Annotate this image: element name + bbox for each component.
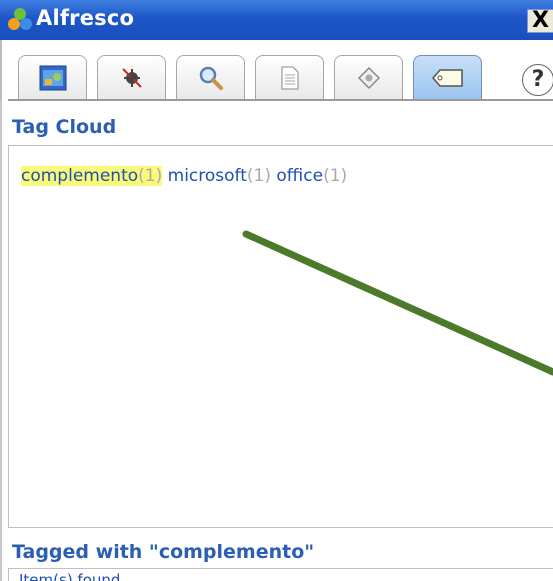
tag-cloud-panel: complemento(1) microsoft(1) office(1) [8, 145, 553, 528]
tag-count: (1) [323, 166, 348, 186]
workflow-icon [357, 67, 380, 89]
tab-tools[interactable] [97, 55, 166, 100]
tag-microsoft[interactable]: microsoft(1) [168, 166, 271, 186]
tag-label: office [276, 166, 324, 186]
tag-office[interactable]: office(1) [276, 166, 347, 186]
window-left-border [0, 100, 2, 581]
tab-divider [8, 99, 553, 101]
tag-label: complemento [21, 166, 139, 186]
tag-list: complemento(1) microsoft(1) office(1) [21, 166, 347, 186]
document-icon [281, 66, 298, 90]
tag-label: microsoft [167, 166, 247, 186]
tag-cloud-title: Tag Cloud [12, 116, 117, 138]
tagged-items-panel: Item(s) found [8, 568, 553, 581]
magnifier-icon [199, 66, 223, 90]
tab-workflow[interactable] [334, 55, 403, 100]
alfresco-logo-icon [8, 8, 32, 30]
tab-document[interactable] [255, 55, 324, 100]
tagged-status-text: Item(s) found [19, 571, 121, 581]
tag-complemento[interactable]: complemento(1) [21, 166, 163, 186]
bug-icon [121, 68, 142, 88]
tag-count: (1) [246, 166, 271, 186]
tab-dashboard[interactable] [18, 55, 87, 100]
tag-count: (1) [138, 166, 163, 186]
tab-search[interactable] [176, 55, 245, 100]
tab-toolbar: ? [0, 40, 553, 102]
window-title: Alfresco [36, 6, 135, 30]
title-bar: Alfresco X [0, 0, 553, 40]
help-button[interactable]: ? [522, 64, 553, 96]
tag-icon [431, 69, 463, 87]
tab-tags[interactable] [413, 55, 482, 100]
dashboard-icon [39, 65, 66, 91]
tagged-with-title: Tagged with "complemento" [12, 541, 315, 563]
close-button[interactable]: X [527, 9, 553, 33]
